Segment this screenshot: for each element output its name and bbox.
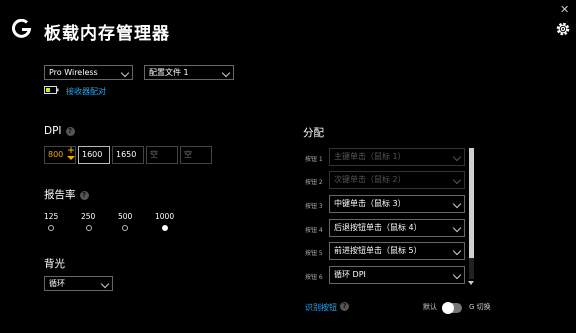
- help-icon[interactable]: ?: [340, 302, 349, 311]
- profile-dropdown-value: 配置文件 1: [149, 68, 189, 77]
- button-5-dropdown[interactable]: 前进按钮单击（鼠标 5）: [329, 242, 465, 260]
- logitech-g-logo: [12, 19, 31, 38]
- button-6-value: 循环 DPI: [334, 270, 366, 279]
- chevron-down-icon: [452, 152, 462, 162]
- button-1-value: 主键单击（鼠标 1）: [334, 152, 406, 161]
- chevron-down-icon: [221, 68, 231, 78]
- button-label-4: 按钮 4: [305, 227, 323, 234]
- toggle-knob: [442, 302, 454, 314]
- dpi-shift-indicator-icon: [67, 147, 75, 160]
- chevron-down-icon: [452, 175, 462, 185]
- rate-radio-1000[interactable]: [162, 225, 168, 231]
- backlight-dropdown-value: 循环: [49, 279, 65, 288]
- help-icon[interactable]: ?: [65, 126, 75, 136]
- chevron-down-icon: [120, 68, 130, 78]
- button-label-6: 按钮 6: [305, 274, 323, 281]
- button-4-dropdown[interactable]: 后退按钮单击（鼠标 4）: [329, 219, 465, 237]
- button-3-dropdown[interactable]: 中键单击（鼠标 3）: [329, 195, 465, 213]
- button-6-dropdown[interactable]: 循环 DPI: [329, 266, 465, 284]
- chevron-down-icon: [452, 246, 462, 256]
- button-1-dropdown: 主键单击（鼠标 1）: [329, 148, 465, 166]
- toggle-right-label: G 切换: [469, 303, 491, 311]
- rate-option-label-125: 125: [44, 212, 59, 221]
- rate-option-label-500: 500: [118, 212, 133, 221]
- identify-buttons-link[interactable]: 识别按钮: [305, 302, 337, 313]
- rate-option-label-250: 250: [81, 212, 96, 221]
- report-rate-title: 报告率: [44, 189, 76, 201]
- dpi-title: DPI: [44, 125, 62, 137]
- receiver-pairing-link[interactable]: 接收器配对: [66, 86, 106, 97]
- button-2-dropdown: 次键单击（鼠标 2）: [329, 171, 465, 189]
- backlight-dropdown[interactable]: 循环: [44, 276, 113, 291]
- button-label-3: 按钮 3: [305, 203, 323, 210]
- button-label-2: 按钮 2: [305, 179, 323, 186]
- profile-dropdown[interactable]: 配置文件 1: [144, 65, 234, 80]
- button-3-value: 中键单击（鼠标 3）: [334, 199, 406, 208]
- toggle-left-label: 默认: [423, 303, 437, 311]
- button-5-value: 前进按钮单击（鼠标 5）: [334, 246, 422, 255]
- button-label-5: 按钮 5: [305, 250, 323, 257]
- scroll-down-arrow-icon[interactable]: [468, 281, 474, 285]
- rate-radio-500[interactable]: [122, 225, 128, 231]
- chevron-down-icon: [100, 279, 110, 289]
- close-button[interactable]: ✕: [560, 3, 569, 16]
- dpi-slot-3[interactable]: 1650: [112, 146, 144, 164]
- rate-radio-125[interactable]: [48, 225, 54, 231]
- dpi-section-title: DPI?: [44, 125, 75, 137]
- g-shift-toggle[interactable]: [442, 302, 462, 314]
- button-label-1: 按钮 1: [305, 156, 323, 163]
- chevron-down-icon: [452, 223, 462, 233]
- rate-option-label-1000: 1000: [155, 212, 175, 221]
- assign-title: 分配: [303, 127, 324, 139]
- button-4-value: 后退按钮单击（鼠标 4）: [334, 223, 422, 232]
- button-2-value: 次键单击（鼠标 2）: [334, 175, 406, 184]
- dpi-slot-4[interactable]: 空: [146, 146, 178, 164]
- device-dropdown-value: Pro Wireless: [49, 68, 98, 77]
- gear-icon[interactable]: [555, 21, 571, 37]
- dpi-slot-5[interactable]: 空: [180, 146, 212, 164]
- battery-icon: [44, 86, 59, 94]
- page-title: 板载内存管理器: [44, 24, 170, 44]
- chevron-down-icon: [452, 270, 462, 280]
- device-dropdown[interactable]: Pro Wireless: [44, 65, 133, 80]
- report-rate-section-title: 报告率?: [44, 187, 89, 202]
- dpi-slot-2[interactable]: 1600: [78, 146, 110, 164]
- assign-scrollbar-thumb[interactable]: [469, 148, 474, 258]
- help-icon[interactable]: ?: [79, 190, 89, 200]
- backlight-title: 背光: [44, 258, 65, 270]
- chevron-down-icon: [452, 199, 462, 209]
- rate-radio-250[interactable]: [86, 225, 92, 231]
